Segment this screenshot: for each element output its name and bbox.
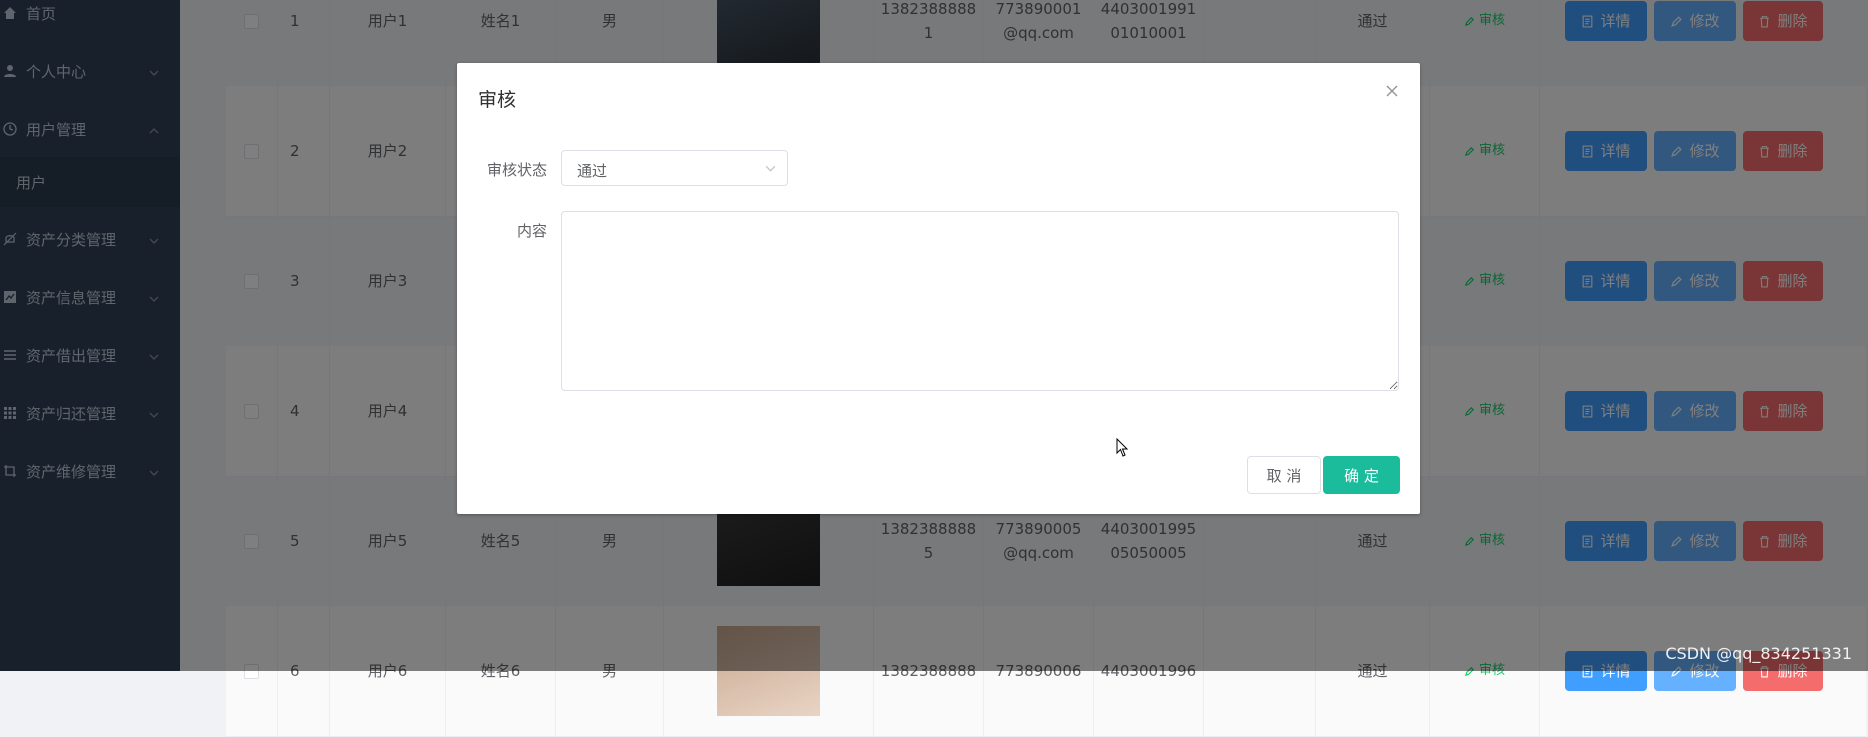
content-textarea[interactable] bbox=[561, 211, 1399, 391]
status-label: 审核状态 bbox=[486, 161, 547, 179]
chevron-down-icon bbox=[764, 162, 777, 179]
content-label: 内容 bbox=[516, 222, 547, 240]
status-select-value: 通过 bbox=[577, 162, 608, 180]
mouse-cursor-icon bbox=[1116, 437, 1130, 462]
dialog-title: 审核 bbox=[478, 89, 517, 111]
watermark: CSDN @qq_834251331 bbox=[1665, 644, 1852, 663]
cancel-button[interactable]: 取 消 bbox=[1247, 456, 1321, 494]
status-select[interactable]: 通过 bbox=[561, 150, 788, 186]
close-icon[interactable] bbox=[1382, 81, 1402, 101]
confirm-button[interactable]: 确 定 bbox=[1323, 456, 1400, 494]
audit-dialog: 审核 审核状态 通过 内容 取 消 确 定 bbox=[457, 63, 1420, 514]
